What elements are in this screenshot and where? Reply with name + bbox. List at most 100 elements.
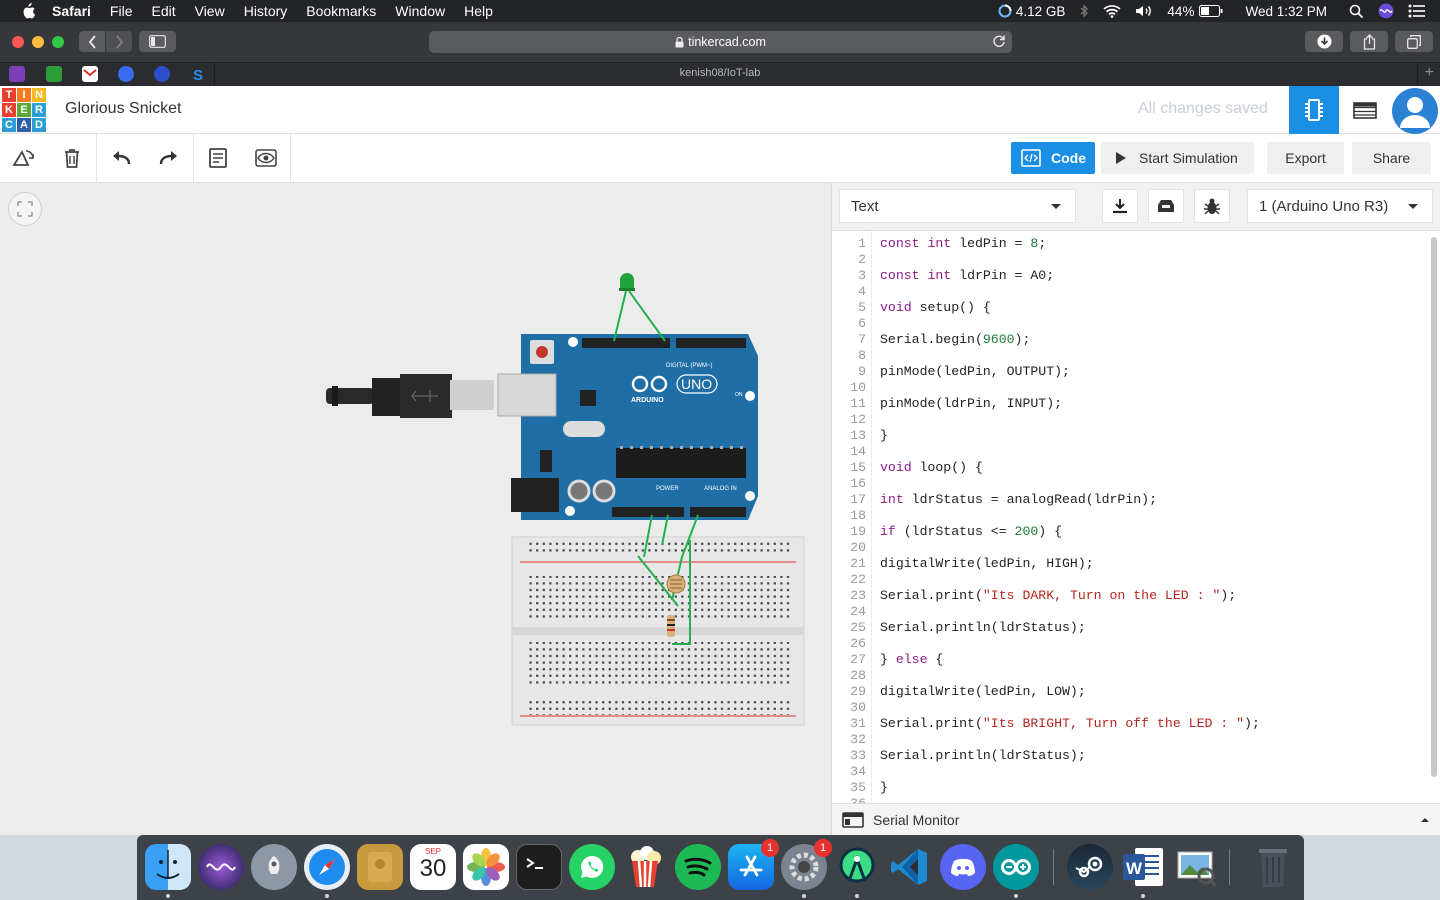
- code-line[interactable]: 12: [832, 412, 1428, 428]
- spotify-icon[interactable]: [675, 844, 721, 890]
- battery-status[interactable]: 44%: [1167, 4, 1223, 19]
- android-studio-icon[interactable]: [834, 844, 880, 890]
- sidebar-toggle-button[interactable]: [139, 31, 176, 52]
- arduino-uno-board[interactable]: UNO ARDUINO DIGITAL (PWM~) POWER ANALOG …: [497, 334, 758, 520]
- design-name[interactable]: Glorious Snicket: [65, 100, 182, 118]
- download-code-button[interactable]: [1102, 189, 1138, 223]
- siri-icon[interactable]: [1378, 3, 1394, 19]
- app-store-icon[interactable]: 1: [728, 839, 779, 890]
- rotate-button[interactable]: [0, 134, 48, 182]
- debugger-button[interactable]: [1194, 189, 1230, 223]
- code-line[interactable]: 36: [832, 796, 1428, 803]
- code-line[interactable]: 29 digitalWrite(ledPin, LOW);: [832, 684, 1428, 700]
- launchpad-icon[interactable]: [251, 844, 297, 890]
- code-line[interactable]: 33 Serial.println(ldrStatus);: [832, 748, 1428, 764]
- delete-button[interactable]: [48, 134, 96, 182]
- circuit-view-button[interactable]: [1289, 86, 1339, 134]
- code-line[interactable]: 31 Serial.print("Its BRIGHT, Turn off the…: [832, 716, 1428, 732]
- menu-file[interactable]: File: [110, 3, 133, 19]
- code-line[interactable]: 10: [832, 380, 1428, 396]
- code-scrollbar[interactable]: [1429, 233, 1439, 803]
- share-button[interactable]: Share: [1352, 142, 1431, 174]
- code-line[interactable]: 1 const int ledPin = 8;: [832, 236, 1428, 252]
- apple-menu-icon[interactable]: [18, 3, 38, 19]
- steam-icon[interactable]: [1067, 844, 1113, 890]
- word-icon[interactable]: W: [1120, 844, 1166, 890]
- whatsapp-icon[interactable]: [569, 844, 615, 890]
- libraries-button[interactable]: [1148, 189, 1184, 223]
- discord-icon[interactable]: [940, 844, 986, 890]
- bluetooth-icon[interactable]: [1079, 4, 1089, 18]
- code-line[interactable]: 26: [832, 636, 1428, 652]
- notification-center-icon[interactable]: [1408, 4, 1426, 18]
- vscode-icon[interactable]: [887, 844, 933, 890]
- code-line[interactable]: 19 if (ldrStatus <= 200) {: [832, 524, 1428, 540]
- close-window-button[interactable]: [12, 36, 24, 48]
- menu-window[interactable]: Window: [395, 3, 445, 19]
- code-line[interactable]: 20: [832, 540, 1428, 556]
- volume-icon[interactable]: [1135, 4, 1153, 18]
- popcorn-time-icon[interactable]: [622, 844, 668, 890]
- code-line[interactable]: 7 Serial.begin(9600);: [832, 332, 1428, 348]
- resistor[interactable]: [667, 615, 675, 637]
- circuit-canvas[interactable]: UNO ARDUINO DIGITAL (PWM~) POWER ANALOG …: [0, 183, 831, 835]
- code-line[interactable]: 2: [832, 252, 1428, 268]
- code-line[interactable]: 6: [832, 316, 1428, 332]
- code-line[interactable]: 18: [832, 508, 1428, 524]
- code-button[interactable]: Code: [1011, 142, 1095, 174]
- code-line[interactable]: 3 const int ldrPin = A0;: [832, 268, 1428, 284]
- reload-icon[interactable]: [992, 34, 1006, 49]
- serial-monitor-bar[interactable]: Serial Monitor: [832, 803, 1440, 835]
- redo-button[interactable]: [145, 134, 193, 182]
- toggle-notes-visibility-button[interactable]: [242, 134, 290, 182]
- trash-icon[interactable]: [1250, 844, 1296, 890]
- device-select[interactable]: 1 (Arduino Uno R3): [1247, 189, 1433, 223]
- menu-view[interactable]: View: [195, 3, 225, 19]
- code-line[interactable]: 4: [832, 284, 1428, 300]
- share-page-button[interactable]: [1350, 31, 1388, 52]
- show-tabs-button[interactable]: [1395, 31, 1433, 52]
- back-button[interactable]: [79, 31, 105, 52]
- safari-icon[interactable]: [304, 844, 350, 890]
- undo-button[interactable]: [97, 134, 145, 182]
- code-line[interactable]: 23 Serial.print("Its DARK, Turn on the LE…: [832, 588, 1428, 604]
- code-line[interactable]: 27} else {: [832, 652, 1428, 668]
- downloads-button[interactable]: [1305, 31, 1343, 52]
- code-mode-select[interactable]: Text: [839, 189, 1076, 223]
- wifi-icon[interactable]: [1103, 4, 1121, 18]
- code-line[interactable]: 21 digitalWrite(ledPin, HIGH);: [832, 556, 1428, 572]
- component-list-view-button[interactable]: [1341, 86, 1389, 134]
- code-line[interactable]: 35}: [832, 780, 1428, 796]
- system-preferences-icon[interactable]: 1: [781, 839, 832, 890]
- menu-history[interactable]: History: [244, 3, 288, 19]
- code-line[interactable]: 32: [832, 732, 1428, 748]
- menu-help[interactable]: Help: [464, 3, 493, 19]
- green-led[interactable]: [613, 273, 666, 342]
- menu-app-name[interactable]: Safari: [52, 3, 91, 19]
- export-button[interactable]: Export: [1267, 142, 1344, 174]
- user-avatar[interactable]: [1392, 88, 1438, 134]
- code-line[interactable]: 24: [832, 604, 1428, 620]
- zoom-window-button[interactable]: [52, 36, 64, 48]
- code-line[interactable]: 5 void setup() {: [832, 300, 1428, 316]
- breadboard[interactable]: [511, 536, 805, 726]
- chevron-up-icon[interactable]: [1420, 817, 1430, 823]
- code-line[interactable]: 34: [832, 764, 1428, 780]
- tinkercad-logo[interactable]: T I N K E R C A D: [2, 88, 46, 132]
- code-line[interactable]: 8: [832, 348, 1428, 364]
- clock[interactable]: Wed 1:32 PM: [1245, 4, 1327, 19]
- code-line[interactable]: 16: [832, 476, 1428, 492]
- code-line[interactable]: 25 Serial.println(ldrStatus);: [832, 620, 1428, 636]
- code-line[interactable]: 28: [832, 668, 1428, 684]
- notes-icon[interactable]: [357, 844, 403, 890]
- menu-edit[interactable]: Edit: [151, 3, 175, 19]
- arduino-icon[interactable]: [993, 844, 1039, 890]
- active-tab-title[interactable]: kenish08/IoT-lab: [0, 67, 1440, 79]
- start-simulation-button[interactable]: Start Simulation: [1101, 142, 1254, 174]
- code-text-area[interactable]: 1 const int ledPin = 8; 2 3 const int ldrPin…: [832, 231, 1428, 803]
- code-line[interactable]: 30: [832, 700, 1428, 716]
- notes-button[interactable]: [194, 134, 242, 182]
- address-bar[interactable]: tinkercad.com: [429, 31, 1012, 53]
- code-scrollbar-thumb[interactable]: [1431, 237, 1437, 777]
- memory-status[interactable]: 4.12 GB: [998, 4, 1065, 19]
